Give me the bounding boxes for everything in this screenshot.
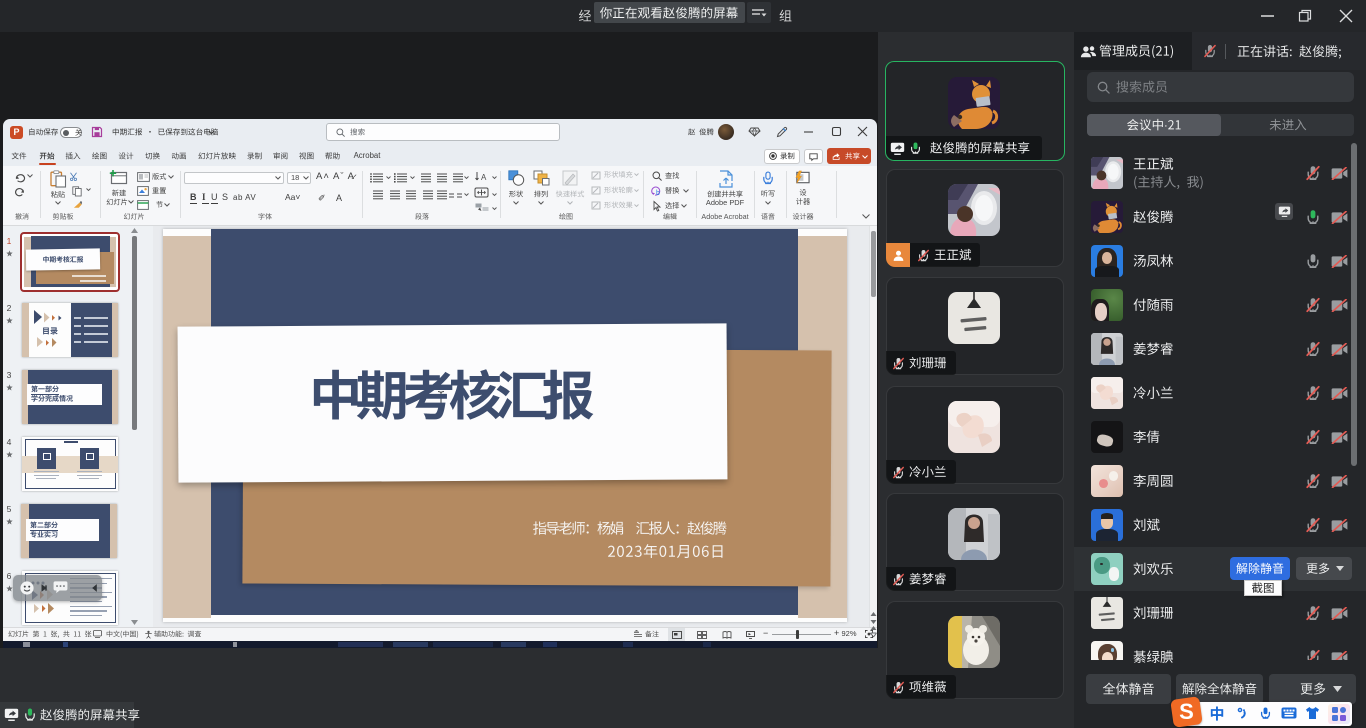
svg-text:A: A [481, 173, 487, 182]
svg-text:b: b [656, 190, 660, 197]
